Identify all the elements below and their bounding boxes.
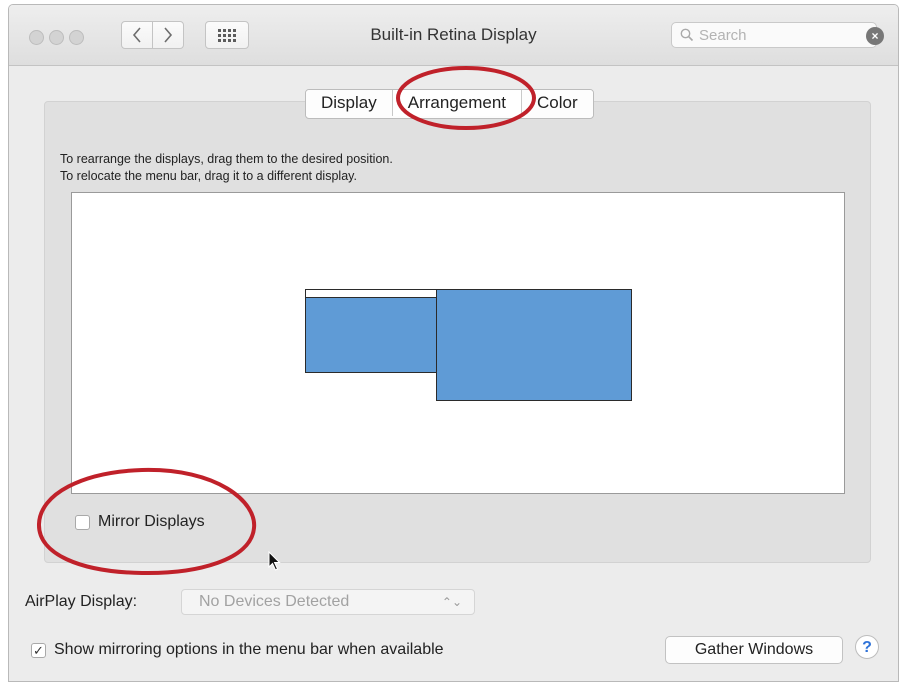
display-arrangement-area: [71, 192, 845, 494]
display-main[interactable]: [305, 289, 437, 373]
tab-display[interactable]: Display: [306, 90, 393, 116]
mirror-displays-option[interactable]: Mirror Displays: [75, 513, 205, 531]
display-secondary[interactable]: [436, 289, 632, 401]
mouse-pointer-icon: [268, 551, 282, 573]
mirror-displays-checkbox[interactable]: [75, 515, 90, 530]
airplay-popup[interactable]: No Devices Detected ⌃⌄: [181, 589, 475, 615]
airplay-label: AirPlay Display:: [25, 593, 137, 611]
airplay-value: No Devices Detected: [199, 593, 349, 610]
clear-search-icon[interactable]: ×: [866, 27, 884, 45]
tab-color[interactable]: Color: [522, 90, 593, 116]
show-mirroring-label: Show mirroring options in the menu bar w…: [54, 641, 444, 659]
search-field[interactable]: Search: [671, 22, 877, 48]
tab-bar: Display Arrangement Color: [305, 89, 594, 119]
mirror-displays-label: Mirror Displays: [98, 513, 205, 531]
menu-bar-handle[interactable]: [306, 290, 436, 298]
tab-arrangement[interactable]: Arrangement: [393, 90, 522, 116]
title-bar: Built-in Retina Display Search ×: [9, 5, 898, 66]
instruction-line-2: To relocate the menu bar, drag it to a d…: [60, 168, 393, 185]
show-mirroring-option[interactable]: ✓ Show mirroring options in the menu bar…: [31, 641, 444, 659]
instruction-line-1: To rearrange the displays, drag them to …: [60, 151, 393, 168]
show-mirroring-checkbox[interactable]: ✓: [31, 643, 46, 658]
preferences-window: Built-in Retina Display Search × Display…: [8, 4, 899, 682]
search-icon: [680, 28, 694, 42]
gather-windows-button[interactable]: Gather Windows: [665, 636, 843, 664]
arrangement-instructions: To rearrange the displays, drag them to …: [60, 151, 393, 185]
help-button[interactable]: ?: [855, 635, 879, 659]
search-placeholder: Search: [699, 27, 747, 44]
updown-arrows-icon: ⌃⌄: [442, 590, 462, 614]
